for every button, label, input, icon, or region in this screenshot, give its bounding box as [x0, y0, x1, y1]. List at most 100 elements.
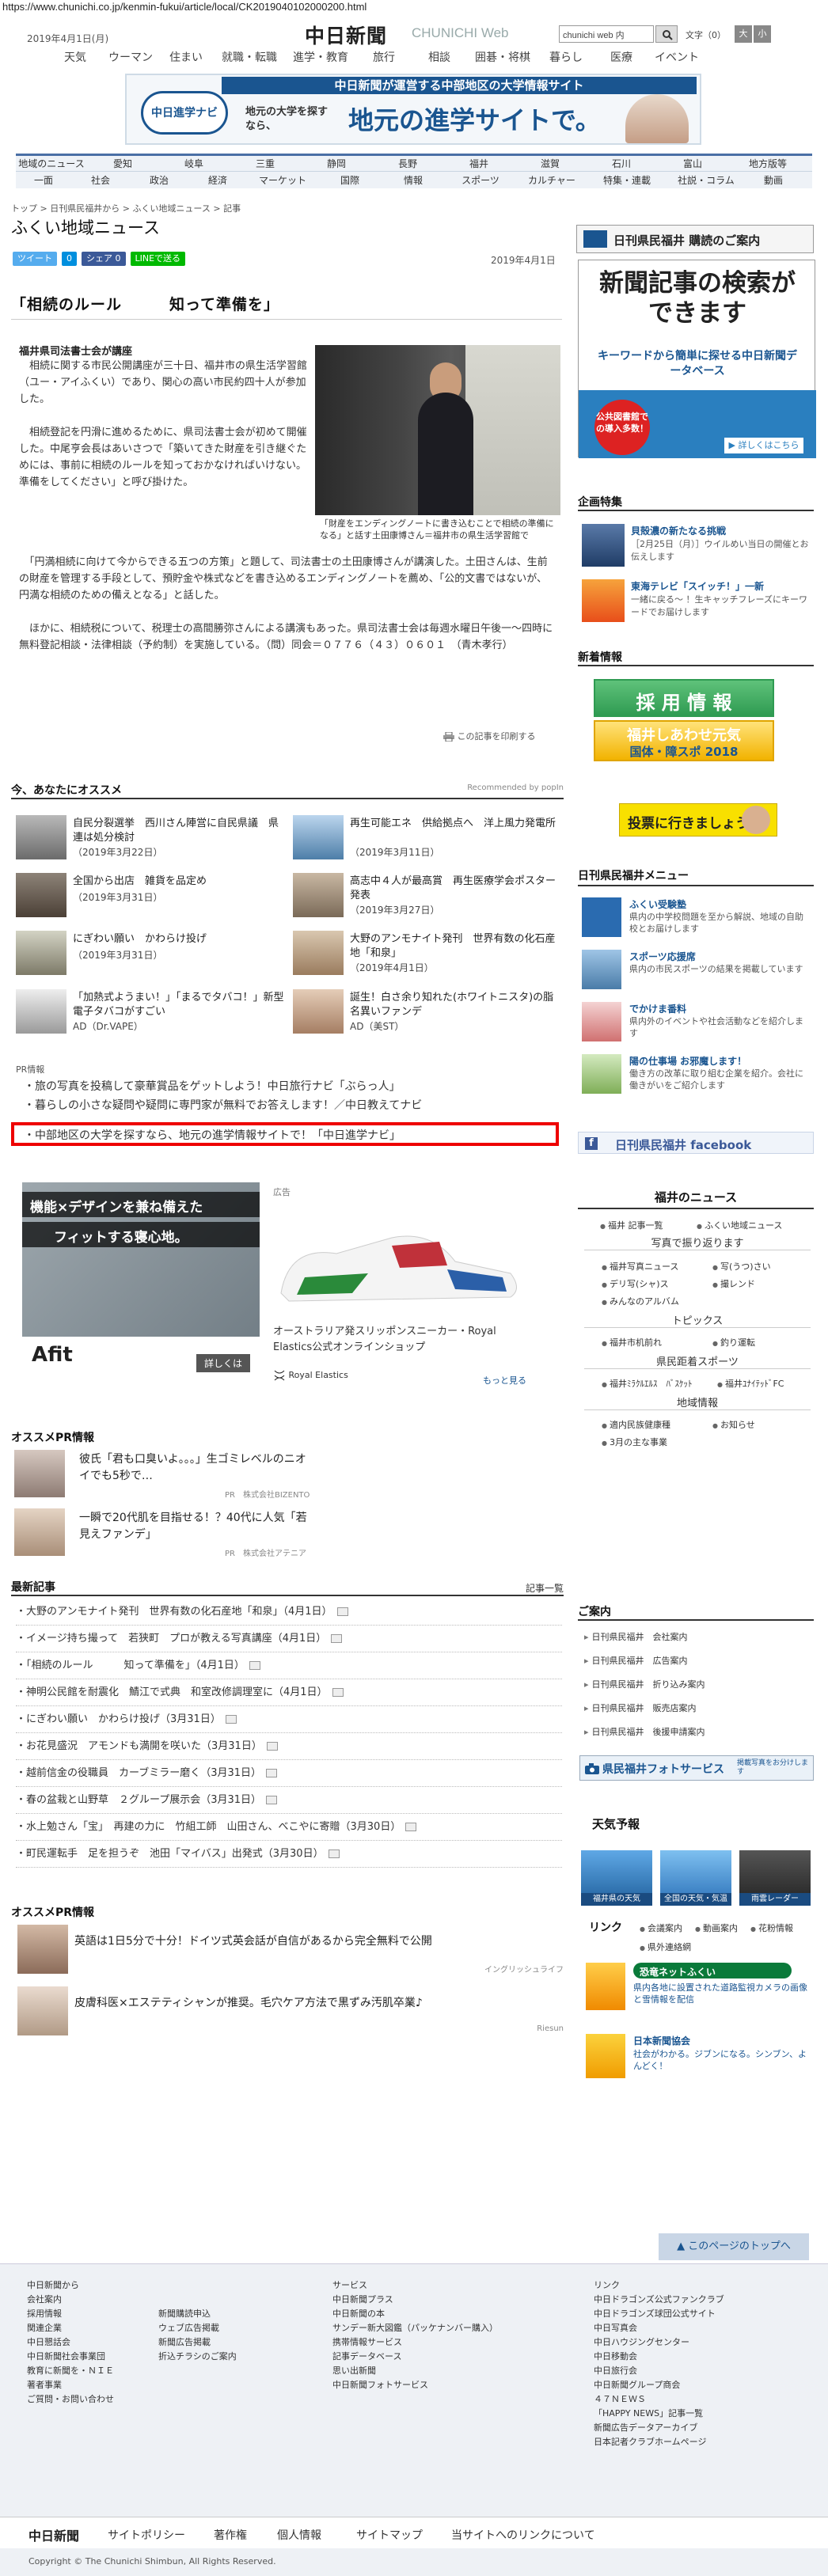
menu-item[interactable]: でかけま番料 県内外のイベントや社会活動などを紹介します: [582, 1002, 811, 1048]
section-nav-item[interactable]: 特集・連載: [587, 173, 667, 187]
footer-link[interactable]: 採用情報: [27, 2307, 114, 2321]
footer-bar-link[interactable]: サイトポリシー: [108, 2527, 185, 2543]
section-nav-item[interactable]: 愛知: [87, 157, 158, 170]
footer-link[interactable]: 中日ドラゴンズ球団公式サイト: [594, 2307, 724, 2321]
recruit-banner[interactable]: 採 用 情 報: [594, 679, 774, 717]
news-item[interactable]: ・にぎわい願い かわらけ投げ（3月31日）: [16, 1706, 562, 1733]
news-item[interactable]: ・「相続のルール 知って準備を」（4月1日）: [16, 1652, 562, 1679]
annai-link[interactable]: 日刊県民福井 後援申請案内: [584, 1725, 705, 1738]
news-item[interactable]: ・春の盆栽と山野草 ２グループ展示会（3月31日）: [16, 1787, 562, 1814]
news-item[interactable]: ・水上勉さん「宝」 再建の力に 竹組工師 山田さん、べこやに寄贈（3月30日）: [16, 1814, 562, 1841]
global-nav-item[interactable]: 就職・転職: [214, 49, 285, 68]
section-nav-item[interactable]: 石川: [586, 157, 657, 170]
annai-link[interactable]: 日刊県民福井 会社案内: [584, 1630, 688, 1643]
kokutai-banner[interactable]: 福井しあわせ元気 国体・障スポ 2018: [594, 720, 774, 761]
footer-link[interactable]: 記事データベース: [332, 2350, 498, 2364]
footer-link[interactable]: 中日新聞グループ商会: [594, 2378, 724, 2392]
news-item[interactable]: ・神明公民館を耐震化 鯖江で式典 和室改修調理室に（4月1日）: [16, 1679, 562, 1706]
recommend-item[interactable]: 再生可能エネ 供給拠点へ 洋上風力発電所 （2019年3月11日）: [293, 815, 562, 866]
line-share-button[interactable]: LINEで送る: [130, 252, 186, 266]
osusume-item[interactable]: 一瞬で20代肌を目指せる！？40代に人気「若見えファンデ」 PR 株式会社アテニ…: [11, 1507, 565, 1558]
section-nav-item[interactable]: 動画: [746, 173, 801, 187]
footer-link[interactable]: 教育に新聞を・ＮＩＥ: [27, 2364, 114, 2378]
footer-link[interactable]: 「HAPPY NEWS」記事一覧: [594, 2407, 724, 2421]
global-nav-item[interactable]: 相談: [412, 49, 467, 68]
photo-service-banner[interactable]: 県民福井フォトサービス 掲載写真をお分けします: [579, 1755, 814, 1781]
section-nav-item[interactable]: カルチャー: [516, 173, 587, 187]
tag-link[interactable]: 福井ﾕﾅｲﾃｯﾄﾞFC: [717, 1377, 784, 1390]
recommend-item[interactable]: 高志中４人が最高賞 再生医療学会ポスター発表 （2019年3月27日）: [293, 873, 562, 924]
tag-link[interactable]: 福井ﾐﾗｸﾙｴﾙｽ ﾊﾞｽｹｯﾄ: [602, 1377, 693, 1390]
site-logo-en[interactable]: CHUNICHI Web: [412, 25, 508, 41]
rain-radar-link[interactable]: 雨雲レーダー: [739, 1850, 811, 1906]
tag-link[interactable]: 福井写真ニュース: [602, 1260, 678, 1273]
footer-link[interactable]: 中日移動会: [594, 2350, 724, 2364]
footer-link[interactable]: 関連企業: [27, 2321, 114, 2335]
top-banner-ad[interactable]: 中日新聞が運営する中部地区の大学情報サイト 中日進学ナビ 地元の大学を探すなら、…: [125, 74, 701, 145]
bottom-pr-item[interactable]: 皮膚科医×エステティシャンが推奨。毛穴ケア方法で黒ずみ汚肌卒業♪ Riesun: [17, 1986, 564, 2042]
bed-ad-more-button[interactable]: 詳しくは: [196, 1354, 250, 1372]
footer-bar-link[interactable]: サイトマップ: [356, 2527, 423, 2543]
footer-link[interactable]: 著者事業: [27, 2378, 114, 2392]
database-ad[interactable]: 新聞記事の検索ができます キーワードから簡単に探せる中日新聞データベース 公共図…: [578, 260, 816, 458]
footer-link[interactable]: 中日新聞社会事業団: [27, 2350, 114, 2364]
section-nav-item[interactable]: 岐阜: [158, 157, 230, 170]
footer-link[interactable]: 中日ハウジングセンター: [594, 2335, 724, 2350]
footer-link[interactable]: 思い出新聞: [332, 2364, 498, 2378]
annai-link[interactable]: 日刊県民福井 広告案内: [584, 1654, 688, 1667]
footer-bar-link[interactable]: 著作権: [214, 2527, 247, 2543]
sneaker-ad-more-link[interactable]: もっと見る: [483, 1374, 526, 1387]
news-item[interactable]: ・町民運転手 足を担うぞ 池田「マイバス」出発式（3月30日）: [16, 1841, 562, 1868]
footer-link[interactable]: 日本記者クラブホームページ: [594, 2435, 724, 2449]
recommend-item[interactable]: 誕生！白さ余り知れた(ホワイトニスタ)の脂名異いファンデ AD（美ST）: [293, 989, 562, 1040]
section-nav-item[interactable]: スポーツ: [445, 173, 516, 187]
global-nav-item[interactable]: 医療: [594, 49, 649, 68]
tag-link[interactable]: お知らせ: [712, 1418, 755, 1431]
bottom-pr-item[interactable]: 英語は1日5分で十分！ドイツ式英会話が自信があるから完全無料で公開 イングリッシ…: [17, 1925, 564, 1980]
section-nav-item[interactable]: 情報: [382, 173, 445, 187]
browser-url[interactable]: https://www.chunichi.co.jp/kenmin-fukui/…: [0, 0, 828, 14]
page-top-button[interactable]: ▲ このページのトップへ: [659, 2233, 809, 2260]
footer-link[interactable]: 中日懇話会: [27, 2335, 114, 2350]
global-nav-item[interactable]: 天気: [47, 49, 103, 68]
weather-national-link[interactable]: 全国の天気・気温: [660, 1850, 731, 1906]
global-nav-item[interactable]: ウーマン: [103, 49, 158, 68]
dinosaur-net-link[interactable]: 恐竜ネットふくい 県内各地に設置された道路監視カメラの画像と雪情報を配信: [586, 1963, 811, 2018]
menu-item[interactable]: ふくい受験塾 県内の中学校問題を至から解説、地域の自助校とお届けします: [582, 897, 811, 943]
annai-link[interactable]: 日刊県民福井 販売店案内: [584, 1702, 697, 1714]
section-nav-item[interactable]: 社説・コラム: [667, 173, 746, 187]
tweet-button[interactable]: ツイート: [13, 252, 57, 266]
section-nav-item[interactable]: 三重: [230, 157, 301, 170]
footer-bar-link[interactable]: 個人情報: [277, 2527, 321, 2543]
recommend-item[interactable]: 大野のアンモナイト発刊 世界有数の化石産地「和泉」 （2019年4月1日）: [293, 931, 562, 981]
section-nav-item[interactable]: 国際: [318, 173, 382, 187]
osusume-item[interactable]: 彼氏「君も口臭いよ。。。」生ゴミレベルのニオイでも5秒で… PR 株式会社BIZ…: [11, 1448, 565, 1500]
news-item[interactable]: ・お花見盛況 アモンドも満開を咲いた（3月31日）: [16, 1733, 562, 1760]
news-item[interactable]: ・大野のアンモナイト発刊 世界有数の化石産地「和泉」（4月1日）: [16, 1599, 562, 1626]
global-nav-item[interactable]: 旅行: [356, 49, 412, 68]
sneaker-ad-image[interactable]: [273, 1198, 526, 1317]
news-item[interactable]: ・イメージ持ち撮って 若狭町 プロが教える写真講座（4月1日）: [16, 1626, 562, 1652]
site-logo[interactable]: 中日新聞: [305, 21, 387, 49]
recent-more-link[interactable]: 記事一覧: [526, 1581, 564, 1595]
footer-link[interactable]: 中日ドラゴンズ公式ファンクラブ: [594, 2293, 724, 2307]
section-nav-item[interactable]: 地域のニュース: [16, 157, 87, 170]
footer-link[interactable]: ４７ＮＥＷＳ: [594, 2392, 724, 2407]
recommend-item[interactable]: 全国から出店 雑貨を品定め （2019年3月31日）: [16, 873, 285, 924]
facebook-link[interactable]: f 日刊県民福井 facebook: [578, 1132, 814, 1154]
search-button[interactable]: [655, 25, 678, 43]
footer-link[interactable]: 携帯情報サービス: [332, 2335, 498, 2350]
footer-link[interactable]: 中日新聞フォトサービス: [332, 2378, 498, 2392]
election-ad[interactable]: 投票に行きましょう！: [619, 803, 777, 837]
link-item[interactable]: 動画案内: [695, 1922, 738, 1934]
pr-link[interactable]: ・中部地区の大学を探すなら、地元の進学情報サイトで！「中日進学ナビ」: [24, 1127, 401, 1143]
link-item[interactable]: 会議案内: [640, 1922, 682, 1934]
footer-link[interactable]: ご質問・お問い合わせ: [27, 2392, 114, 2407]
pr-link[interactable]: ・旅の写真を投稿して豪華賞品をゲットしよう！中日旅行ナビ「ぶらっ人」: [24, 1078, 401, 1094]
kikaku-item[interactable]: 東海テレビ「スイッチ！」一新 一緒に戻る～ ！生キャッチフレーズにキーワードでお…: [582, 579, 811, 627]
footer-link[interactable]: 中日新聞の本: [332, 2307, 498, 2321]
tag-link[interactable]: 福井 記事一覧: [600, 1219, 663, 1231]
section-nav-item[interactable]: 経済: [188, 173, 247, 187]
section-nav-item[interactable]: 地方版等: [728, 157, 807, 170]
tag-link[interactable]: みんなのアルバム: [602, 1295, 679, 1307]
